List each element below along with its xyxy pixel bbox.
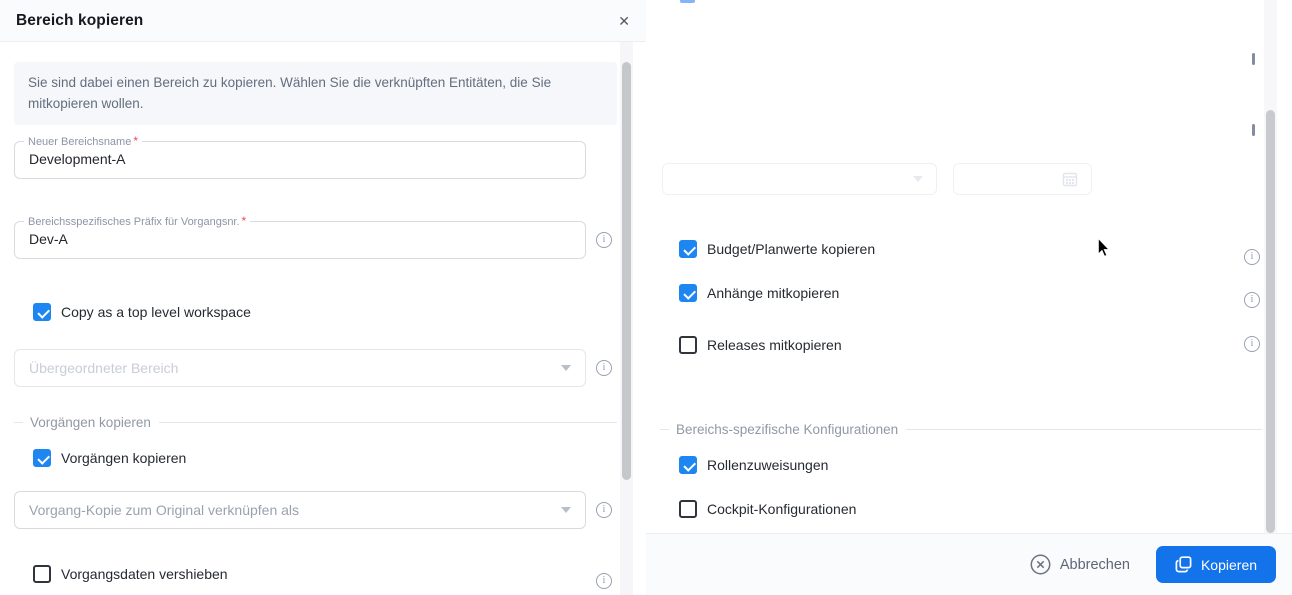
budget-row: Budget/Planwerte kopieren [679, 240, 875, 258]
select-placeholder: Vorgang-Kopie zum Original verknüpfen al… [29, 502, 300, 518]
field-label: Bereichsspezifisches Präfix für Vorgangs… [28, 216, 240, 228]
chevron-down-icon [913, 176, 923, 182]
info-icon[interactable]: i [1244, 292, 1260, 308]
info-icon[interactable]: i [596, 502, 612, 518]
select-placeholder: Übergeordneter Bereich [29, 360, 179, 376]
clipped-icon-fragment [1252, 124, 1255, 136]
role-assignments-row: Rollenzuweisungen [679, 456, 828, 474]
cancel-label: Abbrechen [1059, 556, 1130, 573]
attachments-checkbox[interactable] [679, 284, 697, 302]
checkbox-label: Rollenzuweisungen [707, 457, 829, 473]
new-workspace-name-field[interactable]: Neuer Bereichsname * [14, 134, 586, 179]
link-copy-select[interactable]: Vorgang-Kopie zum Original verknüpfen al… [14, 491, 586, 529]
dialog-right-pane: Budget/Planwerte kopieren i Anhänge mitk… [646, 0, 1292, 595]
copy-items-checkbox[interactable] [33, 449, 51, 467]
budget-checkbox[interactable] [679, 240, 697, 258]
releases-row: Releases mitkopieren [679, 336, 842, 354]
clipped-icon-fragment [1252, 53, 1255, 65]
copy-workspace-dialog: Bereich kopieren ✕ Sie sind dabei einen … [0, 0, 1292, 595]
copy-items-row: Vorgängen kopieren [33, 449, 186, 467]
checkbox-label: Anhänge mitkopieren [707, 285, 840, 301]
chevron-down-icon [561, 507, 571, 513]
parent-workspace-select[interactable]: Übergeordneter Bereich [14, 349, 586, 387]
copy-button[interactable]: Kopieren [1156, 546, 1276, 583]
clipped-checkbox-edge [680, 0, 695, 3]
calendar-icon [1062, 172, 1078, 187]
cockpit-configs-checkbox[interactable] [679, 500, 697, 518]
move-data-checkbox[interactable] [33, 565, 51, 583]
dialog-left-pane: Bereich kopieren ✕ Sie sind dabei einen … [0, 0, 646, 595]
dialog-header: Bereich kopieren ✕ [0, 0, 646, 42]
info-icon[interactable]: i [596, 232, 612, 248]
info-icon[interactable]: i [1244, 249, 1260, 265]
chevron-down-icon [561, 365, 571, 371]
cancel-button[interactable]: Abbrechen [1030, 554, 1130, 575]
copy-label: Kopieren [1200, 556, 1258, 573]
right-scrollbar-thumb[interactable] [1266, 110, 1275, 533]
field-label: Neuer Bereichsname [28, 136, 132, 148]
checkbox-label: Vorgangsdaten vershieben [61, 566, 228, 582]
close-icon[interactable]: ✕ [616, 12, 632, 30]
required-marker: * [133, 134, 139, 148]
info-banner: Sie sind dabei einen Bereich zu kopieren… [14, 62, 617, 125]
info-icon[interactable]: i [1244, 336, 1260, 352]
prefix-input[interactable] [29, 231, 571, 247]
checkbox-label: Budget/Planwerte kopieren [707, 241, 876, 257]
copy-icon [1175, 556, 1192, 573]
releases-checkbox[interactable] [679, 336, 697, 354]
disabled-select-clipped [662, 163, 937, 195]
checkbox-label: Vorgängen kopieren [61, 450, 187, 466]
role-assignments-checkbox[interactable] [679, 456, 697, 474]
move-data-row: Vorgangsdaten vershieben [33, 565, 228, 583]
checkbox-label: Copy as a top level workspace [61, 304, 251, 320]
top-level-workspace-checkbox[interactable] [33, 303, 51, 321]
required-marker: * [241, 214, 247, 228]
info-icon[interactable]: i [596, 573, 612, 589]
section-workspace-configs: Bereichs-spezifische Konfigurationen [660, 421, 1262, 437]
info-icon[interactable]: i [596, 360, 612, 376]
attachments-row: Anhänge mitkopieren [679, 284, 839, 302]
section-items-copy: Vorgängen kopieren [14, 414, 617, 430]
dialog-title: Bereich kopieren [16, 11, 144, 29]
top-level-workspace-row: Copy as a top level workspace [33, 303, 251, 321]
new-workspace-name-input[interactable] [29, 151, 571, 167]
disabled-date-field-clipped [953, 163, 1092, 195]
prefix-field[interactable]: Bereichsspezifisches Präfix für Vorgangs… [14, 214, 586, 259]
dialog-footer: Abbrechen Kopieren [646, 533, 1292, 595]
checkbox-label: Releases mitkopieren [707, 337, 842, 353]
left-scrollbar-thumb[interactable] [622, 62, 631, 480]
circle-x-icon [1030, 554, 1051, 575]
cockpit-configs-row: Cockpit-Konfigurationen [679, 500, 856, 518]
checkbox-label: Cockpit-Konfigurationen [707, 501, 857, 517]
